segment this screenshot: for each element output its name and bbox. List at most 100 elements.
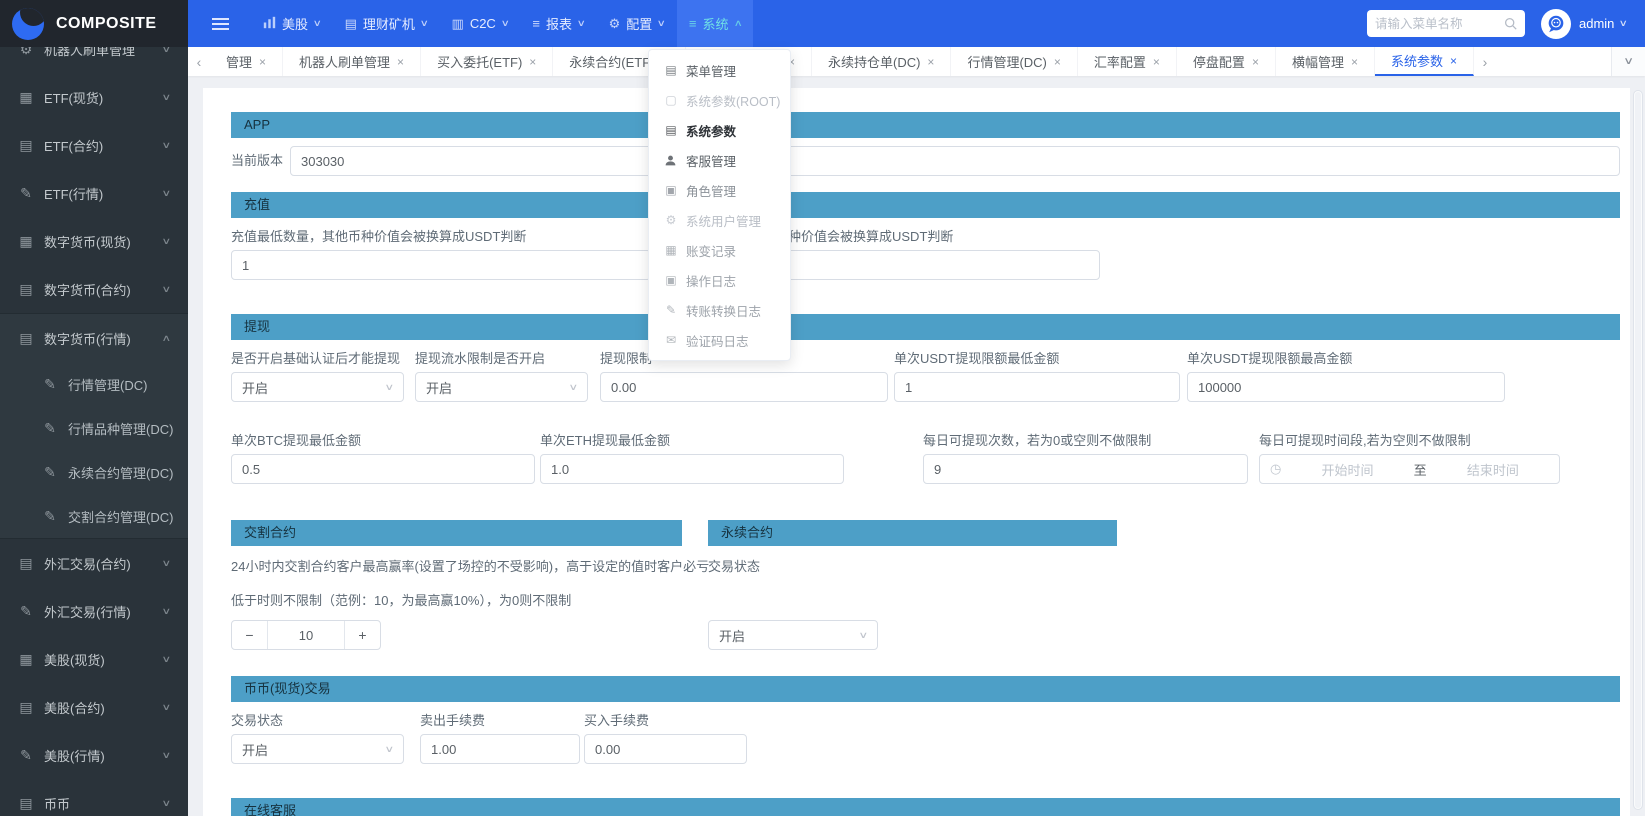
nav-item-label: 理财矿机 (363, 14, 415, 33)
spot-sell-fee-input[interactable] (420, 734, 580, 764)
document-icon: ▤ (18, 795, 34, 812)
close-icon[interactable]: × (529, 55, 536, 69)
stepper-plus-button[interactable]: + (344, 621, 380, 649)
close-icon[interactable]: × (1153, 55, 1160, 69)
close-icon[interactable]: × (1351, 55, 1358, 69)
sidebar-item-usstock-spot[interactable]: ▦ 美股(现货) ∨ (0, 635, 188, 683)
withdraw-eth-min-input[interactable] (540, 454, 844, 484)
close-icon[interactable]: × (1450, 54, 1457, 68)
chevron-down-icon: ∨ (569, 382, 579, 393)
delivery-desc-line2: 低于时则不限制（范例：10，为最高赢10%），为0则不限制 (231, 590, 571, 609)
stepper-minus-button[interactable]: − (232, 621, 268, 649)
close-icon[interactable]: × (259, 55, 266, 69)
tab-buy-entrust-etf[interactable]: 买入委托(ETF)× (421, 47, 553, 76)
chevron-down-icon: ∨ (162, 558, 172, 569)
tab-perpetual-position-dc[interactable]: 永续持仓单(DC)× (812, 47, 951, 76)
chevron-down-icon: ∨ (420, 18, 429, 29)
withdraw-usdt-max-input[interactable] (1187, 372, 1505, 402)
nav-item-wealth-miner[interactable]: ▤ 理财矿机 ∨ (333, 0, 440, 47)
sidebar-item-forex-contract[interactable]: ▤ 外汇交易(合约) ∨ (0, 539, 188, 587)
hamburger-menu-icon[interactable] (212, 18, 229, 30)
perpetual-status-select[interactable]: 开启∨ (708, 620, 878, 650)
menu-item-transfer-convert-log[interactable]: ✎ 转账转换日志 (649, 295, 790, 325)
withdraw-time-range-picker[interactable]: ◷ 开始时间 至 结束时间 (1259, 454, 1560, 484)
menu-item-account-change-log[interactable]: ▦ 账变记录 (649, 235, 790, 265)
nav-item-usstock[interactable]: 美股 ∨ (251, 0, 333, 47)
sidebar-item-etf-spot[interactable]: ▦ ETF(现货) ∨ (0, 73, 188, 121)
tab-rate-config[interactable]: 汇率配置× (1078, 47, 1177, 76)
sidebar-item-crypto-quote[interactable]: ▤ 数字货币(行情) ∧ (0, 314, 188, 362)
sidebar-item-forex-quote[interactable]: ✎ 外汇交易(行情) ∨ (0, 587, 188, 635)
withdraw-usdt-min-input[interactable] (894, 372, 1180, 402)
current-version-input[interactable] (290, 146, 1620, 176)
tab-banner-mgmt[interactable]: 横幅管理× (1276, 47, 1375, 76)
withdraw-daily-count-input[interactable] (923, 454, 1248, 484)
withdraw-basic-auth-select[interactable]: 开启∨ (231, 372, 404, 402)
user-menu[interactable]: admin ∨ (1579, 16, 1627, 31)
grid-icon: ▥ (452, 16, 464, 32)
tab-quote-mgmt-dc[interactable]: 行情管理(DC)× (951, 47, 1077, 76)
chevron-down-icon: ∨ (385, 744, 395, 755)
tabs-scroll-left-icon[interactable]: ‹ (188, 54, 210, 70)
close-icon[interactable]: × (1054, 55, 1061, 69)
withdraw-limit-input[interactable] (600, 372, 888, 402)
tabs-scroll-right-icon[interactable]: › (1474, 54, 1496, 70)
sidebar-item-etf-contract[interactable]: ▤ ETF(合约) ∨ (0, 121, 188, 169)
sidebar-item-crypto-contract[interactable]: ▤ 数字货币(合约) ∨ (0, 265, 188, 313)
nav-item-report[interactable]: ≡ 报表 ∨ (520, 0, 596, 47)
recharge-min-input[interactable] (231, 250, 651, 280)
nav-item-c2c[interactable]: ▥ C2C ∨ (440, 0, 521, 47)
tab-halt-config[interactable]: 停盘配置× (1177, 47, 1276, 76)
menu-item-menu-mgmt[interactable]: ▤ 菜单管理 (649, 55, 790, 85)
spot-status-select[interactable]: 开启∨ (231, 734, 404, 764)
spot-buy-fee-label: 买入手续费 (584, 710, 649, 729)
top-navbar: COMPOSITE 美股 ∨ ▤ 理财矿机 ∨ ▥ C2C ∨ ≡ 报表 ∨ ⚙… (0, 0, 1645, 47)
sidebar-subitem-quote-mgmt-dc[interactable]: ✎ 行情管理(DC) (0, 362, 188, 406)
clock-icon: ◷ (1270, 461, 1281, 477)
sidebar-item-label: 外汇交易(行情) (44, 602, 131, 621)
list-icon: ▤ (664, 123, 678, 137)
sidebar-item-crypto-spot[interactable]: ▦ 数字货币(现货) ∨ (0, 217, 188, 265)
sidebar-expanded-group: ▤ 数字货币(行情) ∧ ✎ 行情管理(DC) ✎ 行情品种管理(DC) ✎ 永… (0, 313, 188, 539)
sidebar-item-coin-coin[interactable]: ▤ 币币 ∨ (0, 779, 188, 816)
nav-item-config[interactable]: ⚙ 配置 ∨ (597, 0, 677, 47)
sidebar-subitem-delivery-mgmt-dc[interactable]: ✎ 交割合约管理(DC) (0, 494, 188, 538)
sidebar-item-label: 美股(现货) (44, 650, 105, 669)
spot-buy-fee-input[interactable] (584, 734, 747, 764)
document-icon: ▤ (345, 16, 357, 32)
close-icon[interactable]: × (1252, 55, 1259, 69)
sidebar-subitem-perpetual-mgmt-dc[interactable]: ✎ 永续合约管理(DC) (0, 450, 188, 494)
withdraw-btc-min-input[interactable] (231, 454, 535, 484)
menu-search-input[interactable] (1375, 17, 1498, 31)
close-icon[interactable]: × (397, 55, 404, 69)
withdraw-eth-min-label: 单次ETH提现最低金额 (540, 430, 670, 449)
menu-item-role-mgmt[interactable]: ▣ 角色管理 (649, 175, 790, 205)
menu-item-captcha-log[interactable]: ✉ 验证码日志 (649, 325, 790, 355)
user-avatar[interactable] (1541, 9, 1571, 39)
close-icon[interactable]: × (927, 55, 934, 69)
withdraw-flow-limit-select[interactable]: 开启∨ (415, 372, 588, 402)
sidebar-item-label: ETF(行情) (44, 184, 103, 203)
nav-item-system[interactable]: ≡ 系统 ∧ (677, 0, 753, 47)
menu-item-system-params[interactable]: ▤ 系统参数 (649, 115, 790, 145)
sidebar-item-usstock-quote[interactable]: ✎ 美股(行情) ∨ (0, 731, 188, 779)
tab-manage[interactable]: 管理× (210, 47, 283, 76)
menu-item-customer-service-mgmt[interactable]: 客服管理 (649, 145, 790, 175)
sidebar-item-usstock-contract[interactable]: ▤ 美股(合约) ∨ (0, 683, 188, 731)
spot-status-label: 交易状态 (231, 710, 283, 729)
grid-icon: ▦ (18, 233, 34, 250)
nav-item-label: 配置 (626, 14, 652, 33)
stepper-value[interactable]: 10 (268, 621, 344, 649)
menu-item-system-user-mgmt[interactable]: ⚙ 系统用户管理 (649, 205, 790, 235)
menu-item-system-params-root[interactable]: ▢ 系统参数(ROOT) (649, 85, 790, 115)
tabs-more-dropdown[interactable]: ∨ (1611, 47, 1645, 76)
sidebar-subitem-quote-symbol-mgmt-dc[interactable]: ✎ 行情品种管理(DC) (0, 406, 188, 450)
withdraw-usdt-max-label: 单次USDT提现限额最高金额 (1187, 348, 1352, 367)
menu-item-operation-log[interactable]: ▣ 操作日志 (649, 265, 790, 295)
tab-robot-order[interactable]: 机器人刷单管理× (283, 47, 421, 76)
sidebar-item-etf-quote[interactable]: ✎ ETF(行情) ∨ (0, 169, 188, 217)
vertical-scrollbar[interactable] (1633, 90, 1643, 810)
chevron-down-icon: ∨ (162, 284, 172, 295)
scrollbar-thumb[interactable] (1635, 92, 1641, 808)
tab-system-params[interactable]: 系统参数× (1375, 47, 1474, 76)
